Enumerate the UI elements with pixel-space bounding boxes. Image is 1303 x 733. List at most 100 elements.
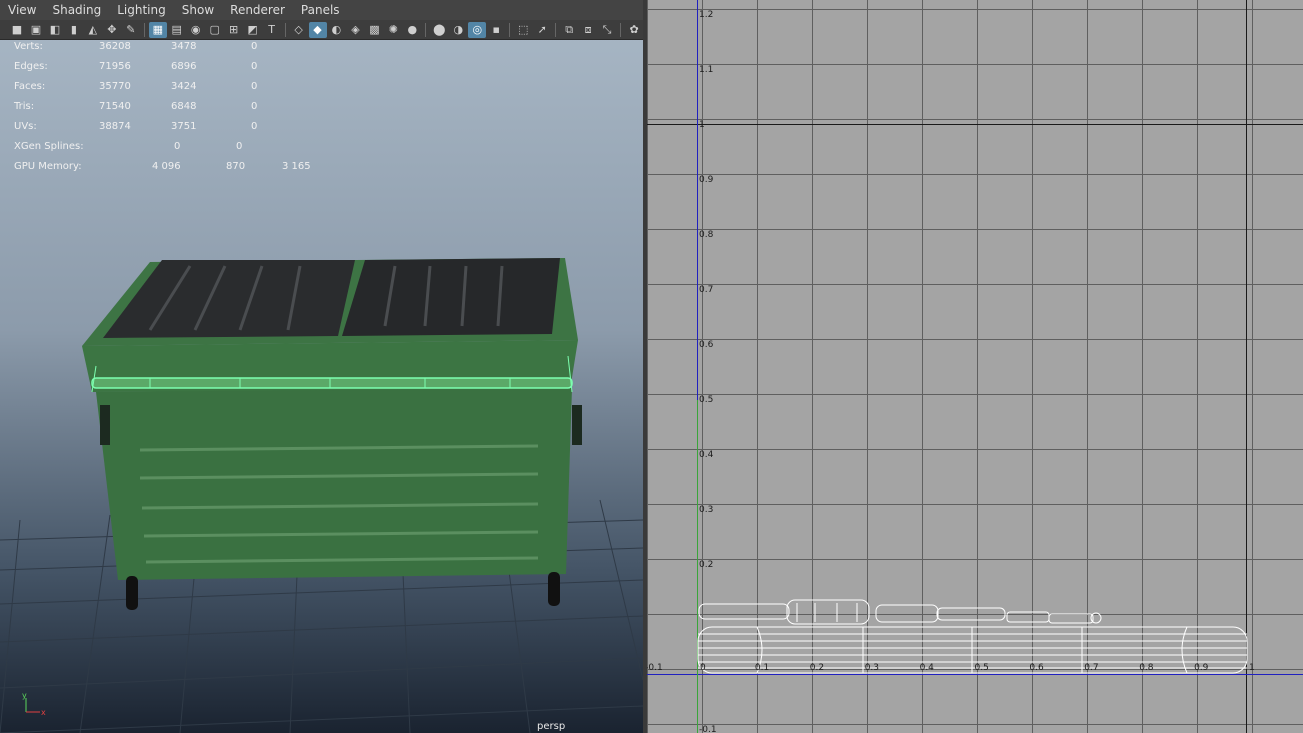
smooth-shade-icon[interactable]: ◆ [308, 21, 327, 38]
stat-value: 35770 [99, 81, 131, 92]
stat-value: 3751 [171, 121, 197, 132]
camera-icon[interactable]: ■ [8, 22, 26, 38]
uv-v-tick: 0.6 [699, 340, 714, 350]
stat-label: UVs: [14, 121, 37, 132]
wireframe-icon[interactable]: ◇ [290, 22, 308, 38]
resolution-gate-icon[interactable]: ◉ [187, 22, 205, 38]
axis-y-label: y [22, 691, 27, 700]
stat-xgen-splines: XGen Splines: 0 0 [14, 140, 334, 160]
menu-renderer[interactable]: Renderer [222, 3, 293, 17]
uv-v-tick: -0.1 [699, 725, 717, 733]
stat-verts: Verts: 36208 3478 0 [14, 40, 334, 60]
anti-alias-icon[interactable]: ◎ [468, 21, 487, 38]
film-gate-icon[interactable]: ▤ [168, 22, 186, 38]
uv-u-tick: 0.9 [1194, 663, 1209, 673]
uv-v-tick: 0.3 [699, 505, 714, 515]
safe-action-icon[interactable]: ◩ [244, 22, 262, 38]
stat-value: 6848 [171, 101, 197, 112]
stat-value: 71956 [99, 61, 131, 72]
uv-u-tick: 0.2 [809, 663, 825, 673]
uv-u-tick: 0.1 [754, 663, 770, 673]
uv-shells [697, 599, 1248, 674]
uv-v-tick: 0.9 [699, 175, 714, 185]
menu-show[interactable]: Show [174, 3, 222, 17]
grid-icon[interactable]: ▦ [148, 21, 167, 38]
uv-grid [647, 0, 1303, 733]
uv-u-tick: 0.6 [1029, 663, 1044, 673]
backface-icon[interactable]: ⤡ [598, 22, 616, 38]
grease-pencil-icon[interactable]: ✎ [122, 22, 140, 38]
stat-value: 38874 [99, 121, 131, 132]
camera-attr-icon[interactable]: ▣ [27, 22, 45, 38]
pan-zoom-icon[interactable]: ✥ [103, 22, 121, 38]
uv-u-tick: 0.4 [919, 663, 934, 673]
stat-value: 0 [251, 81, 258, 92]
stat-value: 36208 [99, 41, 131, 52]
stat-value: 3424 [171, 81, 197, 92]
stat-tris: Tris: 71540 6848 0 [14, 100, 334, 120]
perspective-viewport[interactable]: View Shading Lighting Show Renderer Pane… [0, 0, 643, 733]
uv-u-tick: 0.8 [1139, 663, 1154, 673]
viewport-toolbar: ■ ▣ ◧ ▮ ◭ ✥ ✎ ▦ ▤ ◉ ▢ ⊞ ◩ T ◇ ◆ ◐ ◈ ▩ ✺ … [0, 20, 643, 40]
axis-gizmo-icon: y x [22, 691, 46, 717]
uv-v-tick: 1.1 [699, 65, 714, 75]
isolate-icon[interactable]: ⬚ [514, 22, 532, 38]
uv-u-tick: 0.7 [1084, 663, 1099, 673]
stat-value: 0 [251, 41, 258, 52]
viewport-menubar: View Shading Lighting Show Renderer Pane… [0, 0, 643, 20]
lighting-icon[interactable]: ✺ [384, 22, 402, 38]
toolbar-separator [284, 22, 286, 37]
stat-value: 0 [236, 141, 243, 152]
textured-icon[interactable]: ▩ [365, 22, 383, 38]
stat-label: XGen Splines: [14, 141, 84, 152]
shadows-icon[interactable]: ● [403, 22, 421, 38]
field-chart-icon[interactable]: ⊞ [225, 22, 243, 38]
motion-blur-icon[interactable]: ◑ [449, 22, 467, 38]
stat-value: 0 [251, 101, 258, 112]
uv-v-tick: 1 [699, 120, 705, 130]
toolbar-separator [425, 22, 427, 37]
camera-name-label: persp [537, 721, 566, 732]
stat-label: Verts: [14, 41, 43, 52]
uv-v-tick: 0.4 [699, 450, 714, 460]
xray-active-icon[interactable]: ⧈ [579, 22, 597, 38]
menu-shading[interactable]: Shading [44, 3, 109, 17]
uv-v-tick: 0.2 [699, 560, 714, 570]
toolbar-separator [143, 22, 145, 37]
bookmark-icon[interactable]: ▮ [65, 22, 83, 38]
render-icon[interactable]: ✿ [625, 22, 643, 38]
stat-label: Faces: [14, 81, 46, 92]
toolbar-separator [620, 22, 622, 37]
uv-u-tick: 0.3 [864, 663, 880, 673]
ambient-occlusion-icon[interactable]: ⬤ [430, 22, 448, 38]
select-icon[interactable]: ➚ [533, 22, 551, 38]
uv-u-tick: 1 [1249, 663, 1255, 673]
xray-icon[interactable]: ◈ [346, 22, 364, 38]
default-material-icon[interactable]: ◐ [328, 22, 346, 38]
uv-v-tick: 0.7 [699, 285, 714, 295]
toolbar-separator [555, 22, 557, 37]
stat-gpu-memory: GPU Memory: 4 096 870 3 165 [14, 160, 334, 180]
menu-lighting[interactable]: Lighting [109, 3, 174, 17]
stat-uvs: UVs: 38874 3751 0 [14, 120, 334, 140]
depth-of-field-icon[interactable]: ▪ [487, 22, 505, 38]
axis-x-label: x [41, 708, 46, 717]
uv-u-tick: -0.1 [647, 663, 663, 673]
stat-faces: Faces: 35770 3424 0 [14, 80, 334, 100]
stat-value: 3 165 [282, 161, 311, 172]
stat-value: 6896 [171, 61, 197, 72]
stat-label: Tris: [14, 101, 35, 112]
menu-panels[interactable]: Panels [293, 3, 348, 17]
bookmark-cam-icon[interactable]: ◧ [46, 22, 64, 38]
heads-up-poly-count: Verts: 36208 3478 0 Edges: 71956 6896 0 … [14, 40, 334, 180]
stat-edges: Edges: 71956 6896 0 [14, 60, 334, 80]
stat-value: 3478 [171, 41, 197, 52]
xray-joints-icon[interactable]: ⧉ [560, 22, 578, 38]
stat-value: 0 [251, 61, 258, 72]
safe-title-icon[interactable]: T [263, 22, 281, 38]
gate-mask-icon[interactable]: ▢ [206, 22, 224, 38]
menu-view[interactable]: View [0, 3, 44, 17]
image-plane-icon[interactable]: ◭ [84, 22, 102, 38]
uv-editor-panel[interactable]: 1.2 1.1 1 0.9 0.8 0.7 0.6 0.5 0.4 0.3 0.2 -0.1 -0.1 0… [647, 0, 1303, 733]
stat-value: 71540 [99, 101, 131, 112]
